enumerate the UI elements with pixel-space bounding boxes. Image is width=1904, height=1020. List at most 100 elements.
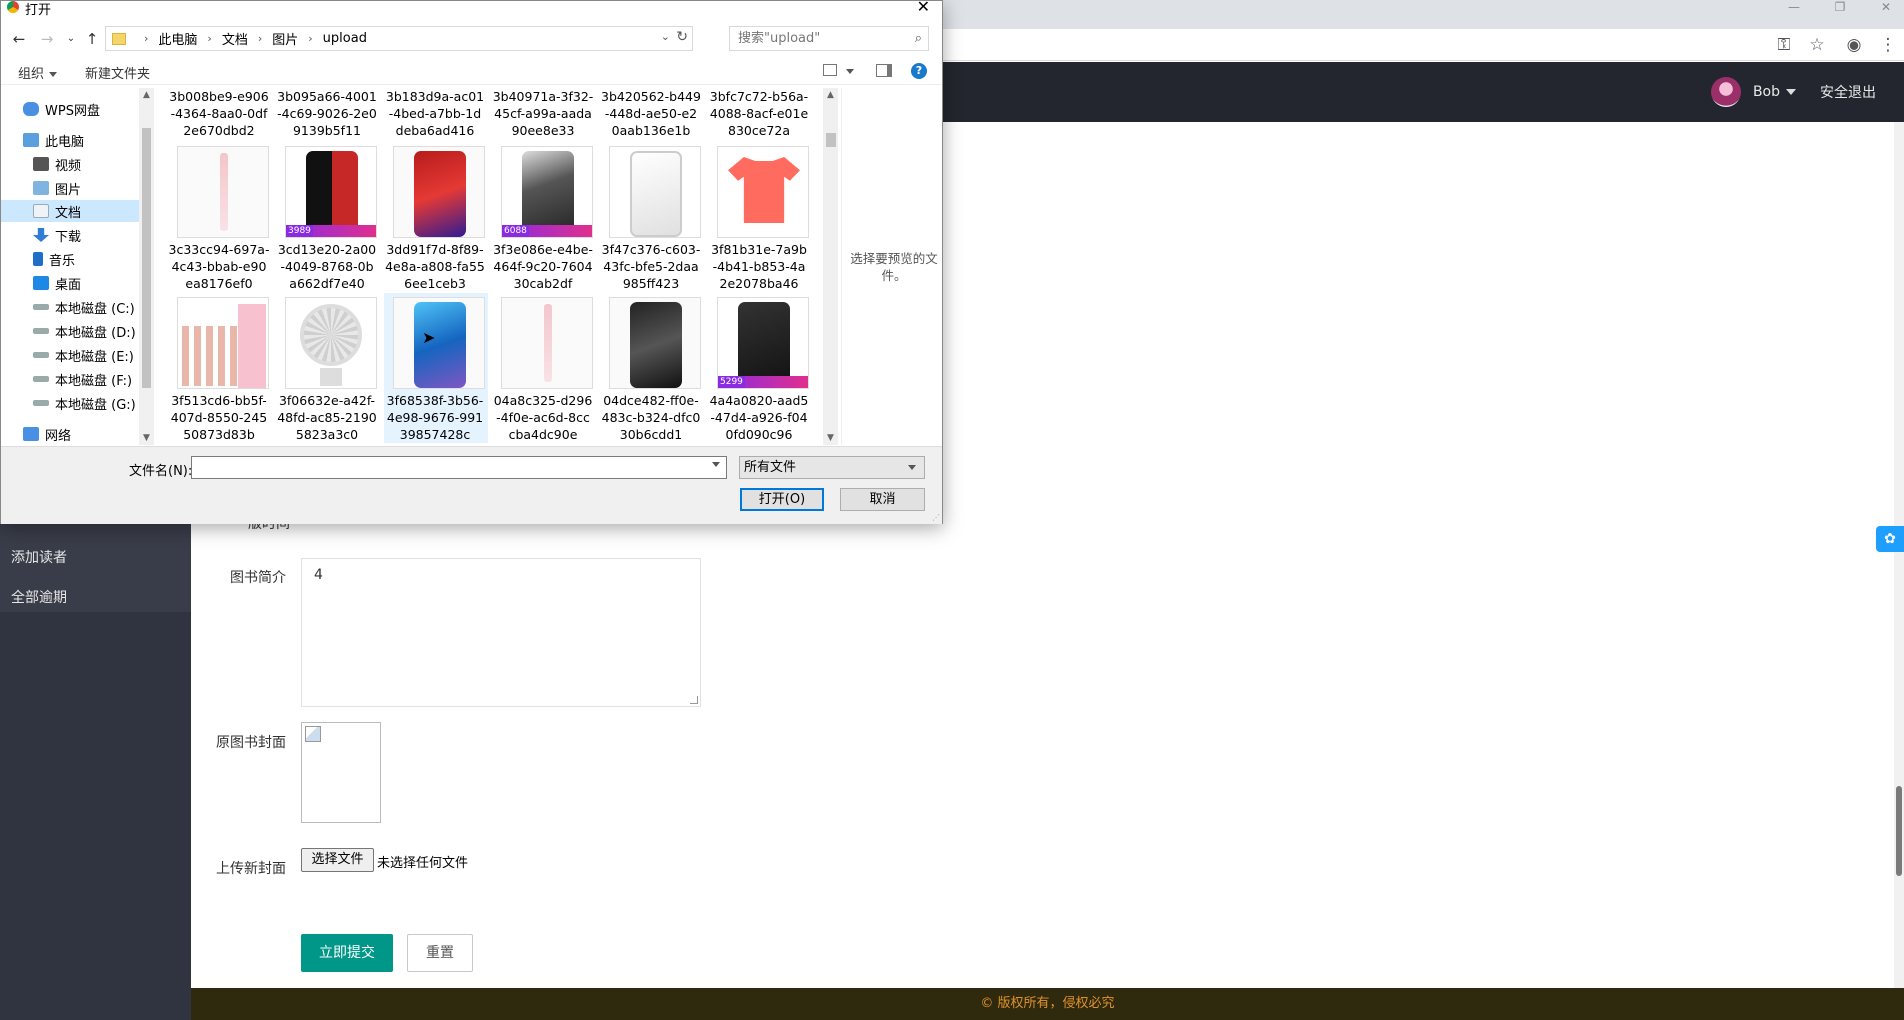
resize-grip-icon[interactable]	[690, 696, 698, 704]
page-scrollbar-thumb[interactable]	[1896, 786, 1902, 876]
file-name[interactable]: 3b095a66-4001 -4c69-9026-2e0 9139b5f11	[267, 88, 387, 139]
view-dropdown-icon[interactable]	[846, 69, 854, 74]
breadcrumb-separator-icon[interactable]: ›	[308, 32, 312, 45]
restore-icon[interactable]: ❐	[1820, 0, 1860, 14]
breadcrumb-this-pc[interactable]: 此电脑	[158, 29, 197, 48]
file-item[interactable]: 3c33cc94-697a- 4c43-bbab-e90 ea8176ef0	[164, 142, 269, 292]
file-item[interactable]: 3f06632e-a42f- 48fd-ac85-2190 5823a3c0	[272, 293, 377, 443]
file-name[interactable]: 3b008be9-e906 -4364-8aa0-0df 2e670dbd2	[159, 88, 279, 139]
file-item[interactable]: 3f47c376-c603- 43fc-bfe5-2daa 985ff423	[596, 142, 701, 292]
breadcrumb-separator-icon[interactable]: ›	[207, 32, 211, 45]
nav-item-this-pc[interactable]: 此电脑	[1, 129, 139, 151]
key-icon[interactable]: ⚿	[1770, 33, 1798, 57]
nav-scrollbar-thumb[interactable]	[142, 128, 151, 388]
file-name[interactable]: 3b420562-b449 -448d-ae50-e2 0aab136e1b	[591, 88, 711, 139]
file-name[interactable]: 3bfc7c72-b56a- 4088-8acf-e01e 830ce72a	[699, 88, 819, 139]
file-thumbnail: ➤	[393, 297, 485, 389]
submit-button[interactable]: 立即提交	[301, 934, 393, 972]
avatar[interactable]	[1710, 77, 1741, 107]
user-name[interactable]: Bob	[1753, 84, 1780, 100]
close-icon[interactable]: ✕	[917, 0, 930, 16]
forward-arrow-icon[interactable]: →	[37, 29, 57, 49]
nav-item-drive-c[interactable]: 本地磁盘 (C:)	[1, 296, 139, 318]
minimize-icon[interactable]: —	[1774, 0, 1814, 14]
file-list-scrollbar[interactable]: ▲ ▼	[823, 88, 838, 445]
scroll-up-icon[interactable]: ▲	[139, 90, 154, 100]
resize-grip-icon[interactable]: ⋰	[932, 513, 940, 522]
nav-item-network[interactable]: 网络	[1, 423, 139, 445]
file-item[interactable]: 3989 3cd13e20-2a00 -4049-8768-0b a662df7e4…	[272, 142, 377, 292]
file-item[interactable]: 3f81b31e-7a9b -4b41-b853-4a 2e2078ba46	[704, 142, 809, 292]
nav-item-drive-g[interactable]: 本地磁盘 (G:)	[1, 392, 139, 414]
organize-menu[interactable]: 组织	[18, 63, 58, 82]
file-item[interactable]: 04dce482-ff0e- 483c-b324-dfc0 30b6cdd1	[596, 293, 701, 443]
close-window-icon[interactable]: ✕	[1866, 0, 1904, 14]
breadcrumb-upload[interactable]: upload	[323, 31, 367, 46]
new-folder-button[interactable]: 新建文件夹	[85, 63, 150, 82]
open-button[interactable]: 打开(O)	[740, 488, 824, 511]
file-thumbnail: 5299	[717, 297, 809, 389]
nav-item-drive-e[interactable]: 本地磁盘 (E:)	[1, 344, 139, 366]
book-intro-textarea[interactable]: 4	[301, 558, 701, 707]
file-type-select[interactable]: 所有文件	[739, 456, 925, 479]
nav-item-wps-cloud[interactable]: WPS网盘	[1, 98, 139, 120]
nav-item-downloads[interactable]: 下载	[1, 224, 139, 246]
file-name: 3c33cc94-697a- 4c43-bbab-e90 ea8176ef0	[168, 242, 270, 291]
scroll-down-icon[interactable]: ▼	[139, 433, 154, 443]
filename-input[interactable]	[191, 456, 727, 479]
sidebar-item-add-reader[interactable]: 添加读者	[0, 538, 191, 578]
chevron-down-icon[interactable]	[1786, 89, 1796, 95]
book-intro-value: 4	[314, 567, 323, 583]
choose-file-button[interactable]: 选择文件	[301, 848, 374, 872]
drive-icon	[33, 352, 49, 358]
file-thumbnail	[285, 297, 377, 389]
nav-item-label: 本地磁盘 (F:)	[55, 373, 133, 389]
nav-item-pictures[interactable]: 图片	[1, 177, 139, 199]
profile-icon[interactable]: ◉	[1840, 33, 1868, 57]
back-arrow-icon[interactable]: ←	[9, 29, 29, 49]
search-input[interactable]: 搜索"upload" ⌕	[729, 26, 929, 51]
breadcrumb-documents[interactable]: 文档	[222, 29, 248, 48]
breadcrumb-separator-icon[interactable]: ›	[258, 32, 262, 45]
preview-pane-icon[interactable]	[876, 64, 892, 77]
computer-icon	[23, 133, 39, 147]
address-bar[interactable]: › 此电脑 › 文档 › 图片 › upload ⌄ ↻	[105, 26, 693, 51]
recent-dropdown-icon[interactable]: ⌄	[61, 29, 81, 49]
file-item[interactable]: 3dd91f7d-8f89- 4e8a-a808-fa55 6ee1ceb3	[380, 142, 485, 292]
file-item[interactable]: 04a8c325-d296 -4f0e-ac6d-8cc cba4dc90e	[488, 293, 593, 443]
file-name[interactable]: 3b183d9a-ac01 -4bed-a7bb-1d deba6ad416	[375, 88, 495, 139]
up-arrow-icon[interactable]: ↑	[82, 29, 102, 49]
file-list-scrollbar-thumb[interactable]	[826, 133, 836, 147]
logout-link[interactable]: 安全退出	[1820, 82, 1876, 102]
nav-item-videos[interactable]: 视频	[1, 153, 139, 175]
scroll-up-icon[interactable]: ▲	[823, 90, 838, 100]
nav-item-desktop[interactable]: 桌面	[1, 272, 139, 294]
preview-pane: 选择要预览的文件。	[841, 88, 942, 445]
file-item[interactable]: 6088 3f3e086e-e4be- 464f-9c20-7604 30cab2d…	[488, 142, 593, 292]
nav-item-music[interactable]: 音乐	[1, 248, 139, 270]
file-item-hovered[interactable]: ➤ 3f68538f-3b56- 4e98-9676-991 39857428c	[384, 293, 488, 443]
scroll-down-icon[interactable]: ▼	[823, 433, 838, 443]
breadcrumb-separator-icon[interactable]: ›	[144, 32, 148, 45]
nav-item-documents[interactable]: 文档	[1, 200, 139, 222]
view-mode-icon[interactable]	[823, 64, 837, 76]
address-dropdown-icon[interactable]: ⌄	[661, 30, 670, 43]
bookmark-star-icon[interactable]: ☆	[1803, 33, 1831, 57]
chevron-down-icon[interactable]	[712, 462, 720, 467]
cancel-button[interactable]: 取消	[840, 488, 925, 511]
help-icon[interactable]: ?	[911, 63, 927, 79]
file-item[interactable]: 5299 4a4a0820-aad5 -47d4-a926-f04 0fd090c9…	[704, 293, 809, 443]
breadcrumb-pictures[interactable]: 图片	[272, 29, 298, 48]
nav-item-drive-f[interactable]: 本地磁盘 (F:)	[1, 368, 139, 390]
nav-scrollbar[interactable]: ▲ ▼	[139, 88, 154, 445]
file-item[interactable]: 3f513cd6-bb5f- 407d-8550-245 50873d83b	[164, 293, 269, 443]
nav-item-drive-d[interactable]: 本地磁盘 (D:)	[1, 320, 139, 342]
search-icon[interactable]: ⌕	[915, 27, 922, 50]
file-name[interactable]: 3b40971a-3f32- 45cf-a99a-aada 90ee8e33	[483, 88, 603, 139]
floating-tool-icon[interactable]: ✿	[1876, 526, 1904, 552]
refresh-icon[interactable]: ↻	[676, 29, 688, 45]
reset-button[interactable]: 重置	[407, 934, 473, 972]
page-scrollbar[interactable]	[1894, 122, 1904, 988]
tshirt-image	[728, 157, 800, 223]
menu-kebab-icon[interactable]: ⋮	[1874, 33, 1902, 57]
